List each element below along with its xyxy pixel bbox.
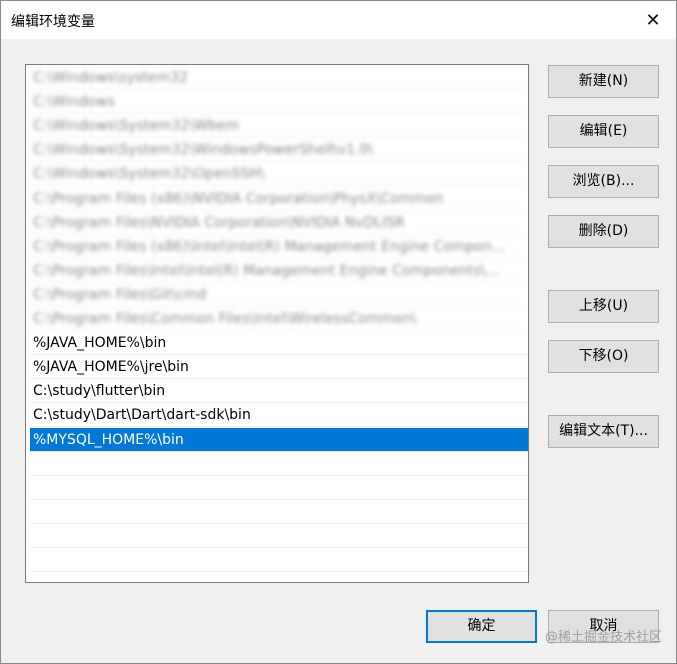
list-item[interactable] bbox=[30, 548, 528, 572]
ok-button[interactable]: 确定 bbox=[426, 610, 537, 643]
browse-button[interactable]: 浏览(B)... bbox=[548, 165, 659, 198]
list-item[interactable] bbox=[30, 476, 528, 500]
list-item-selected[interactable]: %MYSQL_HOME%\bin bbox=[30, 427, 528, 452]
list-item[interactable]: C:\Windows\System32\Wbem bbox=[30, 114, 528, 139]
list-item[interactable]: C:\Program Files\Intel\Intel(R) Manageme… bbox=[30, 259, 528, 283]
move-down-button[interactable]: 下移(O) bbox=[548, 340, 659, 373]
list-item[interactable]: C:\Windows\System32\OpenSSH\ bbox=[30, 162, 528, 187]
delete-button[interactable]: 删除(D) bbox=[548, 215, 659, 248]
list-item[interactable] bbox=[30, 452, 528, 476]
list-item[interactable]: C:\Program Files (x86)\Intel\Intel(R) Ma… bbox=[30, 235, 528, 259]
list-item[interactable]: C:\Program Files\Common Files\Intel\Wire… bbox=[30, 307, 528, 331]
list-item[interactable]: C:\Windows bbox=[30, 90, 528, 115]
watermark: @稀土掘金技术社区 bbox=[544, 630, 662, 645]
edit-env-var-dialog: 编辑环境变量 ✕ C:\Windows\system32 C:\Windows C:… bbox=[0, 0, 677, 664]
path-list[interactable]: C:\Windows\system32 C:\Windows C:\Windows\… bbox=[25, 64, 529, 583]
list-item[interactable] bbox=[30, 524, 528, 548]
list-item[interactable]: %JAVA_HOME%\bin bbox=[30, 331, 528, 356]
list-item[interactable]: C:\Windows\System32\WindowsPowerShell\v1… bbox=[30, 138, 528, 163]
list-item[interactable] bbox=[30, 500, 528, 524]
list-item[interactable]: C:\Program Files\Git\cmd bbox=[30, 283, 528, 307]
dialog-title: 编辑环境变量 bbox=[11, 14, 95, 30]
list-item[interactable]: C:\Windows\system32 bbox=[30, 66, 528, 90]
edit-button[interactable]: 编辑(E) bbox=[548, 115, 659, 148]
list-item[interactable]: C:\study\Dart\Dart\dart-sdk\bin bbox=[30, 403, 528, 428]
list-item[interactable]: C:\Program Files (x86)\NVIDIA Corporatio… bbox=[30, 187, 528, 211]
new-button[interactable]: 新建(N) bbox=[548, 65, 659, 98]
list-item[interactable]: C:\study\flutter\bin bbox=[30, 379, 528, 404]
move-up-button[interactable]: 上移(U) bbox=[548, 290, 659, 323]
edit-text-button[interactable]: 编辑文本(T)... bbox=[548, 415, 659, 448]
title-bar: 编辑环境变量 ✕ bbox=[1, 1, 676, 39]
close-icon[interactable]: ✕ bbox=[630, 1, 676, 39]
list-item[interactable]: C:\Program Files\NVIDIA Corporation\NVID… bbox=[30, 211, 528, 235]
list-item[interactable]: %JAVA_HOME%\jre\bin bbox=[30, 355, 528, 380]
